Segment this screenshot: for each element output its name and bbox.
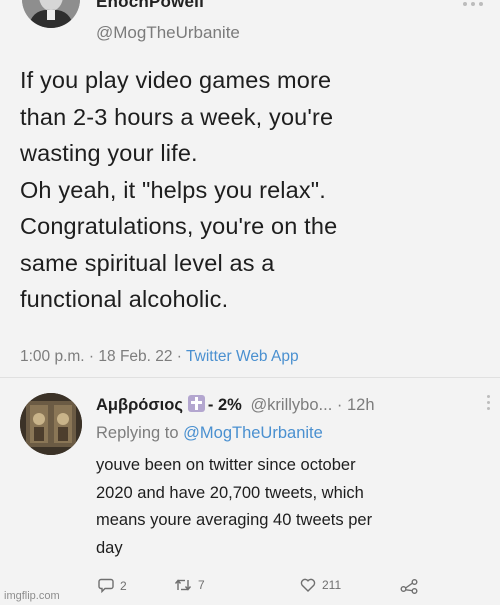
tweet-metadata: 1:00 p.m. · 18 Feb. 22 · Twitter Web App: [20, 348, 299, 366]
retweet-button[interactable]: 7: [174, 578, 205, 592]
tweet-text-line: functional alcoholic.: [20, 286, 229, 312]
tweet-text-line: Oh yeah, it "helps you relax".: [20, 176, 326, 203]
reply-handle[interactable]: @krillybo...: [250, 396, 332, 414]
watermark: imgflip.com: [4, 590, 60, 602]
like-button[interactable]: 211: [300, 578, 341, 592]
reply-text-line: youve been on twitter since october: [96, 456, 356, 474]
tweet-text-line: Congratulations, you're on the: [20, 213, 338, 239]
like-count: 211: [322, 578, 342, 592]
reply-text-line: day: [96, 538, 123, 557]
tweet-timestamp[interactable]: 1:00 p.m. · 18 Feb. 22 ·: [20, 348, 182, 365]
retweet-count: 7: [198, 578, 205, 592]
tweet-text: If you play video games more than 2-3 ho…: [20, 62, 490, 318]
more-options-icon[interactable]: [458, 0, 488, 12]
tweet-source-link[interactable]: Twitter Web App: [186, 348, 299, 365]
retweet-icon: [174, 579, 192, 591]
author-handle[interactable]: @MogTheUrbanite: [96, 23, 240, 43]
reply-count: 2: [120, 578, 127, 593]
share-icon: [400, 579, 418, 594]
replying-to-label: Replying to: [96, 424, 179, 442]
reply-time[interactable]: · 12h: [337, 396, 375, 414]
tweet-text-line: same spiritual level as a: [20, 249, 275, 276]
reply-avatar[interactable]: [20, 393, 82, 455]
action-bar: 2 7 211: [98, 578, 438, 600]
reply-button[interactable]: 2: [98, 578, 127, 593]
reply-name-suffix: - 2%: [207, 396, 242, 414]
share-button[interactable]: [400, 578, 418, 594]
tweet-text-line: than 2-3 hours a week, you're: [20, 103, 334, 130]
replying-to-mention[interactable]: @MogTheUrbanite: [183, 424, 323, 442]
author-avatar[interactable]: [22, 0, 80, 28]
tweet-text-line: wasting your life.: [20, 140, 198, 166]
tweet-text-line: If you play video games more: [20, 67, 332, 93]
orthodox-cross-icon: [187, 395, 205, 412]
reply-text: youve been on twitter since october 2020…: [96, 452, 372, 562]
reply-header: Αμβρόσιος - 2% @krillybo... · 12h: [96, 395, 375, 415]
tweet-screenshot: EnochPowell @MogTheUrbanite If you play …: [0, 0, 500, 605]
replying-to: Replying to @MogTheUrbanite: [96, 424, 323, 443]
reply-icon: [98, 578, 114, 593]
reply-display-name[interactable]: Αμβρόσιος: [96, 396, 183, 414]
reply-text-line: 2020 and have 20,700 tweets, which: [96, 483, 364, 502]
reply-more-options-icon[interactable]: [484, 395, 492, 415]
divider: [0, 377, 500, 378]
reply-text-line: means youre averaging 40 tweets per: [96, 511, 373, 529]
author-display-name[interactable]: EnochPowell: [96, 0, 204, 12]
like-icon: [300, 578, 316, 592]
